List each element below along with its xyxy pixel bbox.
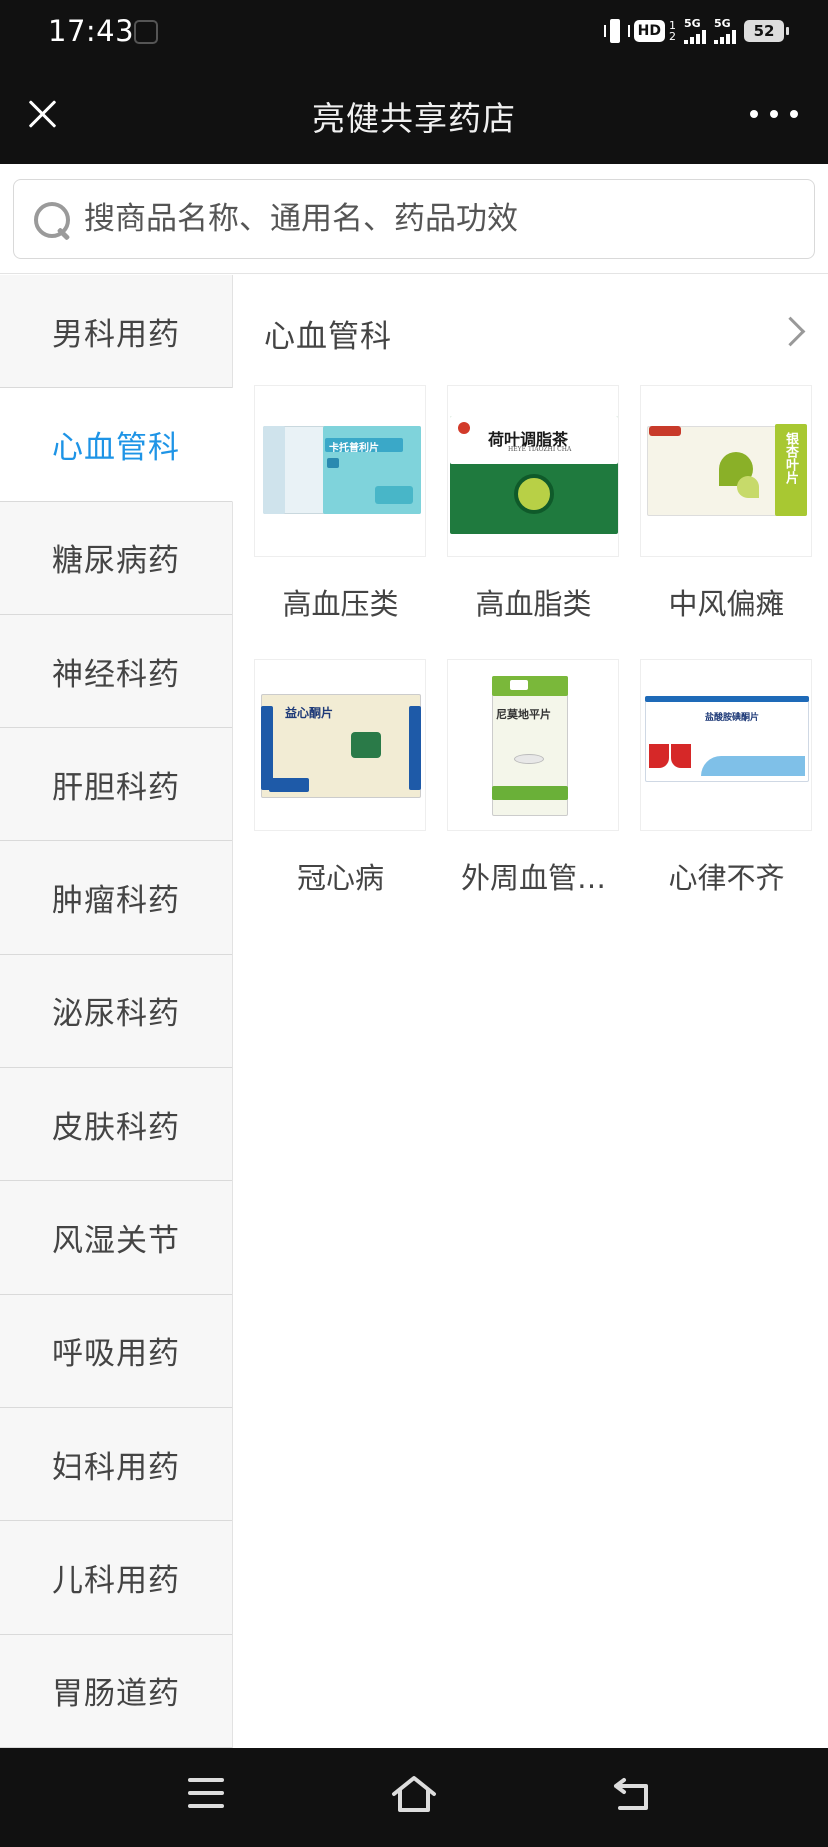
subcategory-hypertension[interactable]: 卡托普利片 高血压类 — [244, 385, 437, 659]
menu-icon[interactable] — [188, 1778, 224, 1808]
sidebar-item-pediatrics[interactable]: 儿科用药 — [0, 1521, 232, 1635]
back-icon[interactable] — [612, 1776, 652, 1812]
category-sidebar: 男科用药 心血管科 糖尿病药 神经科药 肝胆科药 肿瘤科药 泌尿科药 皮肤科药 … — [0, 275, 233, 1748]
subcategory-label: 中风偏瘫 — [668, 587, 785, 621]
subcategory-coronary[interactable]: 益心酮片 冠心病 — [244, 659, 437, 933]
sidebar-item-urology[interactable]: 泌尿科药 — [0, 955, 232, 1069]
product-box-text: 盐酸胺碘酮片 — [705, 713, 760, 723]
sidebar-item-gastrointestinal[interactable]: 胃肠道药 — [0, 1635, 232, 1748]
home-icon[interactable] — [390, 1774, 438, 1814]
sidebar-item-neurology[interactable]: 神经科药 — [0, 615, 232, 729]
subcategory-stroke[interactable]: 银杏叶片 中风偏瘫 — [630, 385, 823, 659]
section-header[interactable]: 心血管科 — [234, 275, 828, 385]
product-box-text: 益心酮片 — [285, 706, 334, 720]
sidebar-item-oncology[interactable]: 肿瘤科药 — [0, 841, 232, 955]
signal-label: 5G — [684, 17, 701, 30]
section-title: 心血管科 — [264, 319, 392, 355]
hd-sim-indicator: 1 2 — [669, 20, 676, 42]
signal-5g-2: 5G — [714, 18, 736, 44]
subcategory-label: 高血脂类 — [475, 587, 592, 621]
subcategory-label: 冠心病 — [296, 861, 384, 895]
subcategory-arrhythmia[interactable]: 盐酸胺碘酮片 心律不齐 — [630, 659, 823, 933]
more-icon[interactable] — [750, 102, 798, 126]
app-header: 亮健共享药店 — [0, 66, 828, 164]
hd-badge: HD — [633, 20, 665, 42]
subcategory-label: 高血压类 — [282, 587, 399, 621]
signal-label: 5G — [714, 17, 731, 30]
signal-bars-icon — [714, 30, 736, 44]
product-box-subtext: HEYE TIAOZHI CHA — [508, 446, 572, 453]
sidebar-item-rheumatism[interactable]: 风湿关节 — [0, 1181, 232, 1295]
product-box-text: 尼莫地平片 — [496, 708, 551, 721]
subcategory-label: 心律不齐 — [668, 861, 785, 895]
status-time: 17:43 — [48, 14, 135, 48]
signal-5g-1: 5G — [684, 18, 706, 44]
product-image: 尼莫地平片 — [447, 659, 619, 831]
product-image: 卡托普利片 — [254, 385, 426, 557]
sidebar-item-gynecology[interactable]: 妇科用药 — [0, 1408, 232, 1522]
subcategory-hyperlipidemia[interactable]: 荷叶调脂茶 HEYE TIAOZHI CHA 高血脂类 — [437, 385, 630, 659]
sidebar-item-diabetes[interactable]: 糖尿病药 — [0, 502, 232, 615]
status-bar: 17:43 HD 1 2 5G 5G 52 — [0, 0, 828, 66]
page-title: 亮健共享药店 — [312, 99, 516, 138]
hd-sub: 2 — [669, 30, 676, 43]
status-icons: HD 1 2 5G 5G 52 — [603, 17, 789, 45]
search-icon — [32, 200, 76, 244]
subcategory-label: 外周血管… — [460, 861, 606, 895]
search-input[interactable] — [84, 190, 784, 248]
product-box-text: 银杏叶片 — [783, 432, 798, 484]
search-bar — [0, 164, 828, 274]
signal-bars-icon — [684, 30, 706, 44]
search-box[interactable] — [13, 179, 815, 259]
sidebar-item-respiratory[interactable]: 呼吸用药 — [0, 1295, 232, 1408]
notification-app-icon — [134, 20, 158, 44]
system-nav-bar — [0, 1748, 828, 1847]
product-image: 银杏叶片 — [640, 385, 812, 557]
sidebar-item-male[interactable]: 男科用药 — [0, 275, 232, 389]
subcategory-peripheral-vascular[interactable]: 尼莫地平片 外周血管… — [437, 659, 630, 933]
vibrate-icon — [603, 17, 630, 45]
sidebar-item-cardiovascular[interactable]: 心血管科 — [0, 388, 233, 502]
subcategory-grid: 卡托普利片 高血压类 荷叶调脂茶 HEYE TIAOZHI CHA 高血脂类 银… — [244, 385, 828, 933]
sidebar-item-hepatobiliary[interactable]: 肝胆科药 — [0, 728, 232, 842]
chevron-right-icon — [776, 315, 806, 345]
product-image: 益心酮片 — [254, 659, 426, 831]
product-image: 盐酸胺碘酮片 — [640, 659, 812, 831]
category-content: 心血管科 卡托普利片 高血压类 荷叶调脂茶 HEYE TIAOZHI CHA 高… — [234, 275, 828, 1748]
battery-icon: 52 — [744, 20, 789, 42]
product-image: 荷叶调脂茶 HEYE TIAOZHI CHA — [447, 385, 619, 557]
sidebar-item-dermatology[interactable]: 皮肤科药 — [0, 1068, 232, 1182]
product-box-text: 卡托普利片 — [329, 443, 379, 454]
